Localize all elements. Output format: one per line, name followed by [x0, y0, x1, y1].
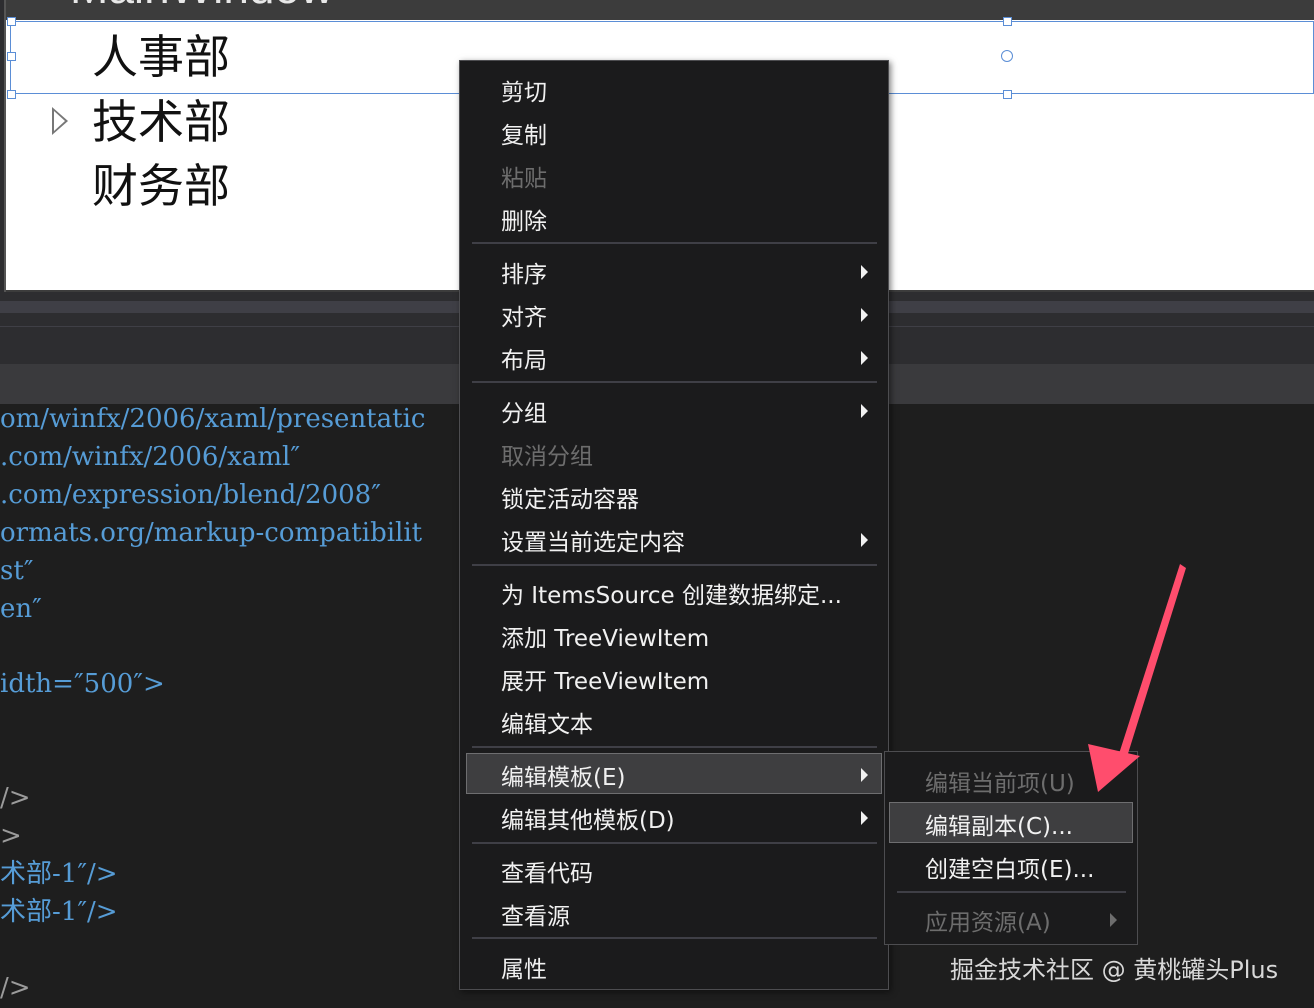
menu-item-label: 编辑模板(E): [501, 764, 626, 791]
menu-separator: [472, 381, 877, 383]
context-menu: 剪切 复制 粘贴 删除 排序 对齐 布局 分组 取消分组 锁定活动容器 设置当前…: [459, 60, 889, 990]
menu-item-cut[interactable]: 剪切: [460, 68, 888, 111]
watermark: 掘金技术社区 @ 黄桃罐头Plus: [950, 956, 1279, 984]
resize-handle-top-left[interactable]: [7, 17, 16, 26]
menu-item-ungroup: 取消分组: [460, 432, 888, 475]
window-title: MainWindow: [70, 0, 333, 14]
submenu-arrow-icon: [861, 307, 868, 322]
code-line: en″: [0, 594, 42, 624]
menu-separator: [472, 937, 877, 939]
menu-item-label: 设置当前选定内容: [501, 529, 685, 556]
code-line: ormats.org/markup-compatibilit: [0, 518, 423, 548]
submenu-item-edit-current: 编辑当前项(U): [885, 759, 1137, 802]
menu-item-set-current-selection[interactable]: 设置当前选定内容: [460, 518, 888, 561]
submenu-arrow-icon: [861, 532, 868, 547]
menu-item-order[interactable]: 排序: [460, 250, 888, 293]
code-line: .com/winfx/2006/xaml″: [0, 442, 301, 472]
menu-item-pin-active-container[interactable]: 锁定活动容器: [460, 475, 888, 518]
menu-item-label: 剪切: [501, 79, 547, 106]
menu-separator: [472, 842, 877, 844]
menu-item-label: 对齐: [501, 304, 547, 331]
code-line: om/winfx/2006/xaml/presentatic: [0, 404, 426, 434]
menu-item-paste: 粘贴: [460, 154, 888, 197]
menu-item-expand-treeviewitem[interactable]: 展开 TreeViewItem: [460, 657, 888, 700]
menu-item-label: 查看源: [501, 903, 570, 930]
menu-item-label: 添加 TreeViewItem: [501, 625, 710, 652]
menu-item-label: 编辑其他模板(D): [501, 807, 675, 834]
menu-item-group[interactable]: 分组: [460, 389, 888, 432]
code-line: 术部-1″/>: [0, 859, 118, 889]
submenu-arrow-icon: [1110, 912, 1117, 927]
menu-item-label: 锁定活动容器: [501, 486, 639, 513]
menu-item-label: 排序: [501, 261, 547, 288]
menu-item-label: 取消分组: [501, 443, 593, 470]
menu-item-add-treeviewitem[interactable]: 添加 TreeViewItem: [460, 614, 888, 657]
menu-item-edit-text[interactable]: 编辑文本: [460, 700, 888, 743]
menu-item-label: 为 ItemsSource 创建数据绑定...: [501, 582, 842, 609]
menu-item-delete[interactable]: 删除: [460, 197, 888, 240]
menu-item-label: 属性: [501, 956, 547, 983]
menu-item-create-binding[interactable]: 为 ItemsSource 创建数据绑定...: [460, 571, 888, 614]
menu-separator: [472, 564, 877, 566]
menu-item-label: 展开 TreeViewItem: [501, 668, 710, 695]
code-line: />: [0, 973, 31, 1003]
rotate-handle[interactable]: [1001, 50, 1013, 62]
submenu-arrow-icon: [861, 264, 868, 279]
submenu-arrow-icon: [861, 350, 868, 365]
submenu-arrow-icon: [861, 767, 868, 782]
menu-item-edit-other-templates[interactable]: 编辑其他模板(D): [460, 796, 888, 839]
submenu-item-apply-resource: 应用资源(A): [885, 898, 1137, 941]
resize-handle-left[interactable]: [7, 52, 16, 61]
menu-item-label: 编辑副本(C)...: [925, 813, 1073, 840]
menu-item-view-code[interactable]: 查看代码: [460, 849, 888, 892]
code-line: >: [0, 821, 22, 851]
submenu-arrow-icon: [861, 403, 868, 418]
submenu-item-create-empty[interactable]: 创建空白项(E)...: [885, 845, 1137, 888]
resize-handle-bottom-left[interactable]: [7, 90, 16, 99]
menu-item-label: 布局: [501, 347, 547, 374]
menu-item-label: 查看代码: [501, 860, 593, 887]
menu-item-align[interactable]: 对齐: [460, 293, 888, 336]
menu-separator: [472, 242, 877, 244]
edit-template-submenu: 编辑当前项(U) 编辑副本(C)... 创建空白项(E)... 应用资源(A): [884, 751, 1138, 945]
menu-separator: [472, 746, 877, 748]
menu-item-edit-template[interactable]: 编辑模板(E): [460, 753, 888, 796]
code-line: />: [0, 783, 31, 813]
menu-item-label: 删除: [501, 208, 547, 235]
code-line: .com/expression/blend/2008″: [0, 480, 381, 510]
tree-item-tech[interactable]: 技术部: [92, 92, 230, 152]
tree-item-finance[interactable]: 财务部: [92, 156, 230, 216]
code-line: idth=″500″>: [0, 669, 165, 699]
menu-item-label: 应用资源(A): [925, 909, 1051, 936]
menu-item-label: 分组: [501, 400, 547, 427]
code-line: st″: [0, 556, 34, 586]
menu-item-label: 复制: [501, 122, 547, 149]
submenu-item-edit-copy[interactable]: 编辑副本(C)...: [885, 802, 1137, 845]
menu-item-label: 粘贴: [501, 165, 547, 192]
menu-item-copy[interactable]: 复制: [460, 111, 888, 154]
resize-handle-bottom[interactable]: [1003, 90, 1012, 99]
code-line: 术部-1″/>: [0, 897, 118, 927]
menu-item-layout[interactable]: 布局: [460, 336, 888, 379]
menu-separator: [897, 891, 1126, 893]
menu-item-label: 编辑文本: [501, 711, 593, 738]
menu-item-properties[interactable]: 属性: [460, 945, 888, 988]
submenu-arrow-icon: [861, 810, 868, 825]
menu-item-view-source[interactable]: 查看源: [460, 892, 888, 935]
menu-item-label: 创建空白项(E)...: [925, 856, 1095, 883]
menu-item-label: 编辑当前项(U): [925, 770, 1075, 797]
resize-handle-top[interactable]: [1003, 17, 1012, 26]
expander-arrow-icon[interactable]: [52, 107, 68, 135]
